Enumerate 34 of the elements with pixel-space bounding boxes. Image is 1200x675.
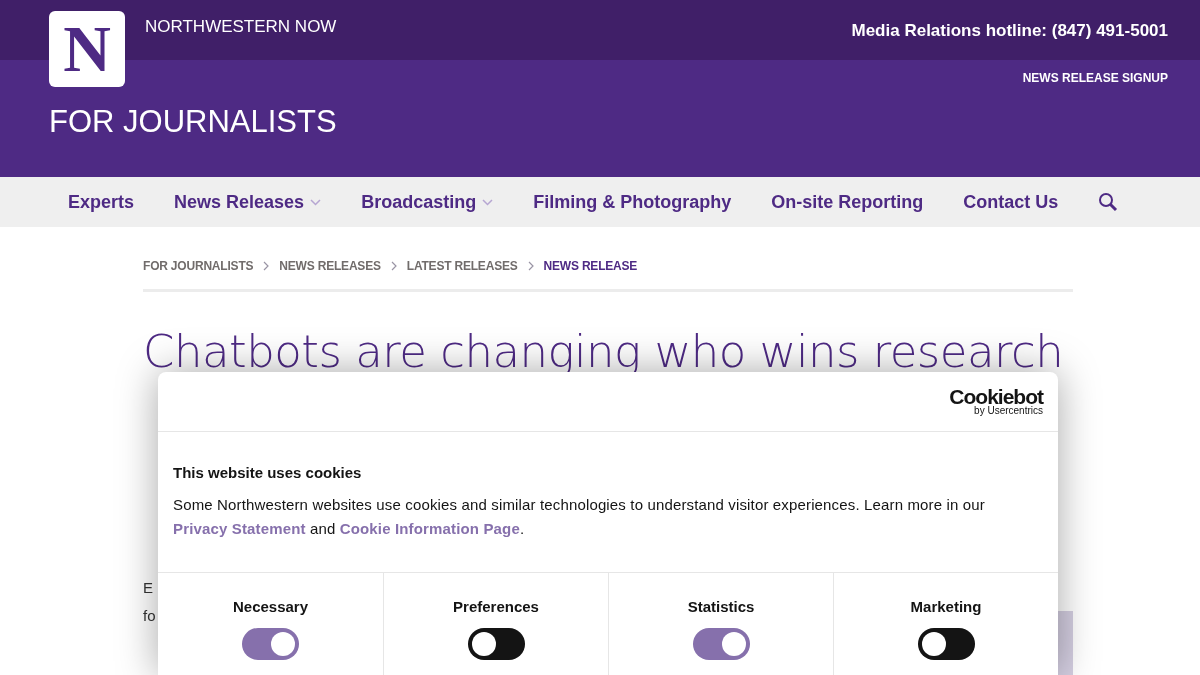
nav-link[interactable]: News Releases <box>174 188 322 216</box>
category-label: Necessary <box>232 599 309 614</box>
link[interactable]: Privacy Statement <box>173 520 306 537</box>
breadcrumb-link[interactable]: FOR JOURNALISTS <box>143 260 254 272</box>
category-label: Preferences <box>453 599 539 614</box>
chevron-right-icon <box>263 261 270 271</box>
chevron-right-icon <box>527 261 534 271</box>
category-label: Statistics <box>687 599 755 614</box>
category-label: Marketing <box>910 599 982 614</box>
article-text: E <box>143 578 153 598</box>
nav-link[interactable]: Contact Us <box>963 188 1059 216</box>
logo[interactable]: N <box>49 11 125 87</box>
toggle-switch[interactable] <box>242 628 299 660</box>
toggle-switch[interactable] <box>692 628 750 660</box>
article-text: fo <box>143 606 156 626</box>
search-icon[interactable] <box>1098 192 1119 212</box>
chevron-right-icon <box>390 261 397 271</box>
breadcrumb-link[interactable]: NEWS RELEASE <box>543 260 638 272</box>
toggle-switch[interactable] <box>467 628 525 660</box>
dialog-heading: This website uses cookies <box>173 465 363 480</box>
toggle-switch[interactable] <box>917 628 975 660</box>
signup-link[interactable]: NEWS RELEASE SIGNUP <box>1022 72 1168 84</box>
nav-link[interactable]: Filming & Photography <box>533 188 732 216</box>
nav-link[interactable]: Experts <box>68 188 135 216</box>
hotline-link[interactable]: Media Relations hotline: (847) 491-5001 <box>851 22 1168 39</box>
breadcrumb-link[interactable]: NEWS RELEASES <box>279 260 381 272</box>
nav-link[interactable]: Broadcasting <box>361 188 494 216</box>
dialog-text: Some Northwestern websites use cookies and similar technologies to understand visitor experiences. Learn more in our Privacy Statement and Cookie Information Page. <box>173 495 986 539</box>
cookiebot-logo: Cookiebot by Usercentrics <box>949 386 1043 416</box>
link[interactable]: Cookie Information Page <box>339 520 520 537</box>
nav-link[interactable]: On-site Reporting <box>771 188 924 216</box>
breadcrumb-link[interactable]: LATEST RELEASES <box>406 260 518 272</box>
section-title[interactable]: FOR JOURNALISTS <box>49 106 337 137</box>
site-name-link[interactable]: NORTHWESTERN NOW <box>145 18 337 35</box>
